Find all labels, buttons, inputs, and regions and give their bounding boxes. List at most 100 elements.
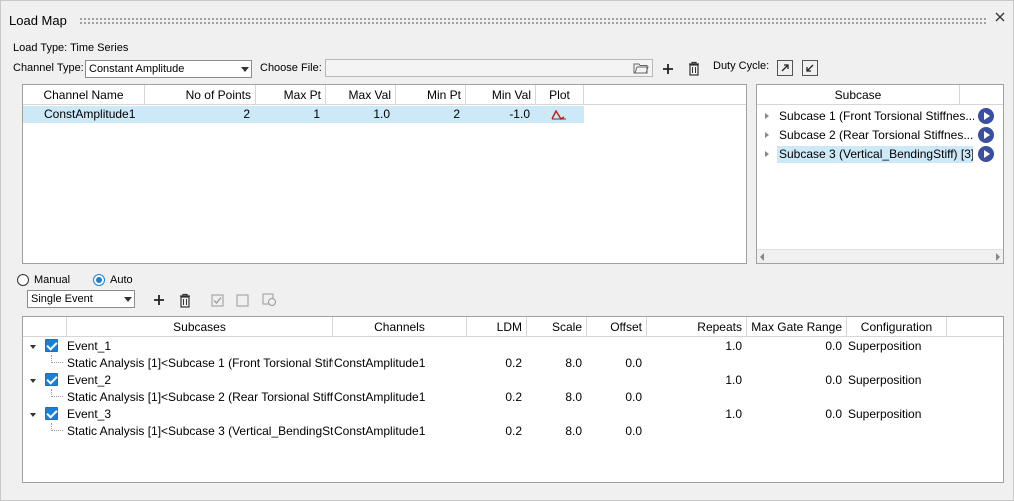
col-ldm[interactable]: LDM	[467, 317, 527, 337]
play-icon[interactable]	[978, 127, 994, 143]
max-pt-cell: 1	[313, 107, 320, 121]
col-min-pt[interactable]: Min Pt	[396, 85, 466, 105]
max-gate-cell: 0.0	[825, 407, 842, 421]
min-val-cell: -1.0	[509, 107, 530, 121]
play-icon[interactable]	[978, 146, 994, 162]
repeats-cell: 1.0	[725, 407, 742, 421]
play-icon[interactable]	[978, 108, 994, 124]
col-configuration[interactable]: Configuration	[847, 317, 947, 337]
col-no-of-points[interactable]: No of Points	[145, 85, 256, 105]
duty-cycle-export-icon[interactable]	[777, 60, 793, 76]
event-name: Event_2	[67, 373, 112, 387]
expand-icon[interactable]	[765, 151, 769, 157]
check-all-icon[interactable]	[209, 292, 225, 308]
channel-table-header: Channel Name No of Points Max Pt Max Val…	[23, 85, 746, 105]
expand-icon[interactable]	[765, 113, 769, 119]
col-subcase[interactable]: Subcase	[757, 85, 960, 105]
event-checkbox[interactable]	[45, 339, 58, 352]
list-item[interactable]: Subcase 3 (Vertical_BendingStiff) [3]	[757, 146, 1003, 163]
uncheck-all-icon[interactable]	[234, 292, 250, 308]
scroll-right-icon[interactable]	[996, 253, 1000, 261]
channel-cell: ConstAmplitude1	[334, 424, 426, 438]
no-of-points-cell: 2	[243, 107, 250, 121]
event-row[interactable]: Event_1 1.0 0.0 Superposition	[23, 338, 1003, 355]
col-repeats[interactable]: Repeats	[647, 317, 747, 337]
configuration-cell: Superposition	[848, 407, 922, 421]
event-table: Subcases Channels LDM Scale Offset Repea…	[22, 316, 1004, 483]
collapse-icon[interactable]	[30, 379, 36, 383]
col-offset[interactable]: Offset	[587, 317, 647, 337]
event-child-row[interactable]: Static Analysis [1]<Subcase 3 (Vertical_…	[23, 423, 1003, 440]
min-pt-cell: 2	[453, 107, 460, 121]
event-checkbox[interactable]	[45, 407, 58, 420]
folder-icon[interactable]	[633, 62, 649, 77]
ldm-cell: 0.2	[505, 356, 522, 370]
horizontal-scrollbar[interactable]	[757, 249, 1003, 263]
add-event-icon[interactable]	[151, 292, 167, 308]
subcase-label: Subcase 2 (Rear Torsional Stiffnes...	[779, 128, 974, 142]
event-checkbox[interactable]	[45, 373, 58, 386]
delete-event-icon[interactable]	[177, 292, 193, 308]
col-max-pt[interactable]: Max Pt	[256, 85, 326, 105]
event-type-value: Single Event	[31, 293, 93, 305]
offset-cell: 0.0	[625, 390, 642, 404]
subcase-cell: Static Analysis [1]<Subcase 2 (Rear Tors…	[67, 390, 333, 404]
configuration-cell: Superposition	[848, 373, 922, 387]
col-scale[interactable]: Scale	[527, 317, 587, 337]
col-spacer	[23, 317, 67, 337]
scale-cell: 8.0	[565, 390, 582, 404]
add-icon[interactable]	[660, 61, 676, 77]
channel-table: Channel Name No of Points Max Pt Max Val…	[22, 84, 747, 264]
col-subcases[interactable]: Subcases	[67, 317, 333, 337]
subcase-cell: Static Analysis [1]<Subcase 3 (Vertical_…	[67, 424, 333, 438]
event-child-row[interactable]: Static Analysis [1]<Subcase 1 (Front Tor…	[23, 355, 1003, 372]
manual-radio[interactable]	[17, 274, 29, 286]
repeats-cell: 1.0	[725, 339, 742, 353]
window-title: Load Map	[9, 13, 67, 28]
collapse-icon[interactable]	[30, 345, 36, 349]
refresh-icon[interactable]	[261, 292, 277, 308]
duty-cycle-label: Duty Cycle:	[713, 60, 770, 72]
channel-type-label: Channel Type:	[13, 62, 84, 74]
close-icon[interactable]	[993, 10, 1007, 24]
col-channels[interactable]: Channels	[333, 317, 467, 337]
expand-icon[interactable]	[765, 132, 769, 138]
subcase-cell: Static Analysis [1]<Subcase 1 (Front Tor…	[67, 356, 333, 370]
event-type-select[interactable]: Single Event	[27, 290, 135, 308]
choose-file-input[interactable]	[325, 59, 653, 77]
tree-connector	[51, 389, 63, 397]
max-val-cell: 1.0	[373, 107, 390, 121]
channel-type-select[interactable]: Constant Amplitude	[85, 60, 252, 78]
scroll-left-icon[interactable]	[760, 253, 764, 261]
chevron-down-icon	[237, 61, 251, 77]
plot-icon[interactable]	[551, 109, 567, 124]
drag-grip[interactable]	[79, 17, 987, 25]
trash-icon[interactable]	[686, 60, 702, 76]
collapse-icon[interactable]	[30, 413, 36, 417]
list-item[interactable]: Subcase 2 (Rear Torsional Stiffnes...	[757, 127, 1003, 144]
scale-cell: 8.0	[565, 356, 582, 370]
duty-cycle-import-icon[interactable]	[802, 60, 818, 76]
auto-radio[interactable]	[93, 274, 105, 286]
channel-type-value: Constant Amplitude	[89, 63, 185, 75]
col-min-val[interactable]: Min Val	[466, 85, 536, 105]
subcase-label: Subcase 3 (Vertical_BendingStiff) [3]	[777, 146, 973, 163]
col-max-gate-range[interactable]: Max Gate Range	[747, 317, 847, 337]
repeats-cell: 1.0	[725, 373, 742, 387]
table-row[interactable]: ConstAmplitude1 2 1 1.0 2 -1.0	[23, 106, 584, 123]
load-type-label: Load Type: Time Series	[13, 42, 129, 54]
channel-name-cell: ConstAmplitude1	[44, 107, 136, 121]
tree-connector	[51, 355, 63, 363]
scale-cell: 8.0	[565, 424, 582, 438]
col-max-val[interactable]: Max Val	[326, 85, 396, 105]
subcase-panel-header: Subcase	[757, 85, 1003, 105]
list-item[interactable]: Subcase 1 (Front Torsional Stiffnes...	[757, 108, 1003, 125]
max-gate-cell: 0.0	[825, 373, 842, 387]
subcase-panel: Subcase Subcase 1 (Front Torsional Stiff…	[756, 84, 1004, 264]
event-name: Event_3	[67, 407, 112, 421]
event-child-row[interactable]: Static Analysis [1]<Subcase 2 (Rear Tors…	[23, 389, 1003, 406]
col-plot[interactable]: Plot	[536, 85, 584, 105]
event-row[interactable]: Event_3 1.0 0.0 Superposition	[23, 406, 1003, 423]
col-channel-name[interactable]: Channel Name	[23, 85, 145, 105]
event-row[interactable]: Event_2 1.0 0.0 Superposition	[23, 372, 1003, 389]
